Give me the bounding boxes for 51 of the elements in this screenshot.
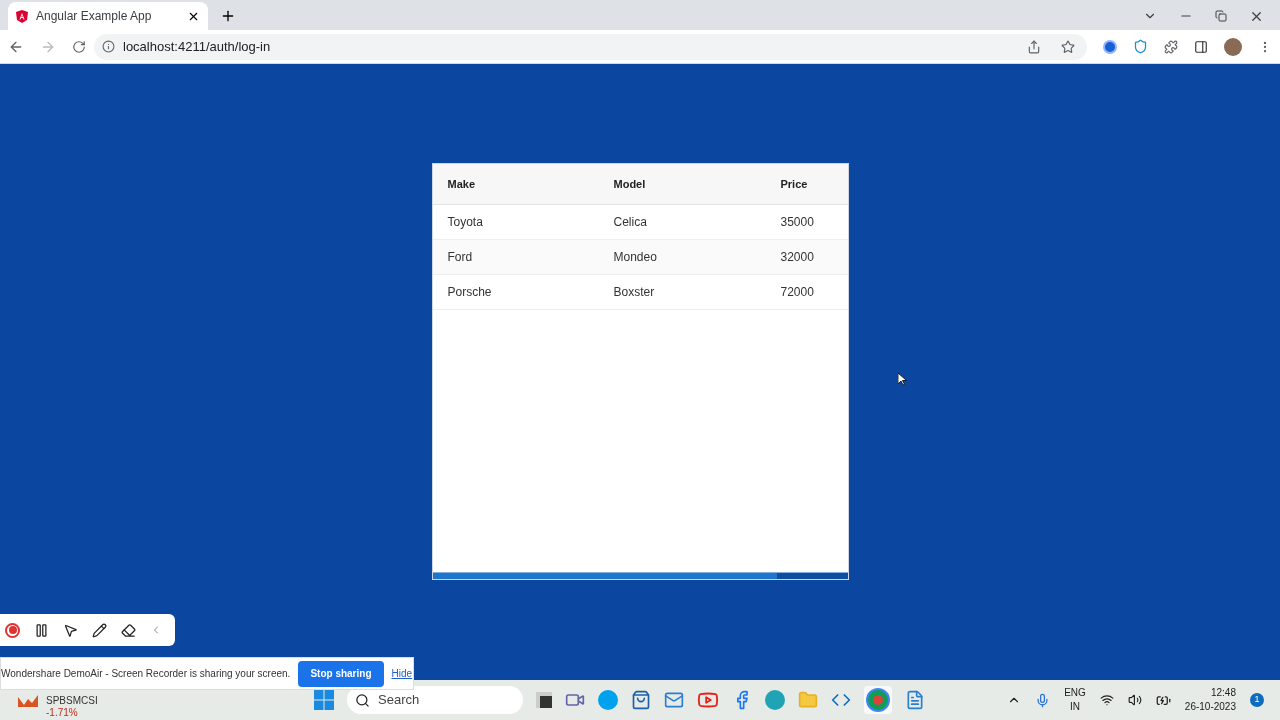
eraser-icon[interactable] bbox=[121, 622, 136, 638]
angular-logo-icon bbox=[16, 9, 28, 23]
notepad-icon[interactable] bbox=[905, 690, 925, 710]
puzzle-icon[interactable] bbox=[1164, 39, 1178, 54]
start-icon[interactable] bbox=[314, 690, 334, 710]
microphone-icon[interactable] bbox=[1035, 692, 1051, 708]
table-cell-text: Celica bbox=[613, 214, 648, 231]
table-cell-text: Porsche bbox=[447, 284, 493, 301]
pencil-icon[interactable] bbox=[92, 622, 107, 638]
restore-icon[interactable] bbox=[1215, 10, 1227, 22]
stop-sharing-button[interactable]: Stop sharing bbox=[298, 660, 384, 687]
wifi-icon[interactable] bbox=[1099, 693, 1114, 707]
extension-icon[interactable] bbox=[1103, 39, 1117, 54]
record-icon[interactable] bbox=[5, 622, 20, 638]
table-cell-text: Boxster bbox=[613, 284, 656, 301]
notification-badge[interactable]: 1 bbox=[1250, 693, 1264, 707]
stock-name: SPBSMCSI bbox=[46, 695, 98, 707]
column-header: Model bbox=[613, 176, 647, 192]
tab-title: Angular Example App bbox=[36, 8, 153, 25]
task-view-icon[interactable] bbox=[536, 692, 552, 708]
mouse-cursor-icon bbox=[898, 373, 907, 386]
clock-date: 26-10-2023 bbox=[1184, 700, 1236, 714]
table-cell-text: 72000 bbox=[780, 284, 815, 301]
browser-tab[interactable]: Angular Example App bbox=[8, 2, 208, 30]
volume-icon[interactable] bbox=[1127, 693, 1142, 707]
shield-icon[interactable] bbox=[1133, 39, 1148, 54]
side-panel-icon[interactable] bbox=[1194, 39, 1208, 54]
avatar-icon[interactable] bbox=[1224, 37, 1242, 56]
column-header: Make bbox=[447, 176, 477, 192]
mail-icon[interactable] bbox=[664, 690, 684, 710]
table-cell-text: 35000 bbox=[780, 214, 815, 231]
store-icon[interactable] bbox=[631, 690, 651, 710]
sharing-message: Wondershare DemoAir - Screen Recorder is sharing your screen. bbox=[1, 667, 291, 681]
language-label: ENG bbox=[1064, 686, 1086, 700]
address-bar[interactable]: localhost:4211/auth/log-in bbox=[94, 33, 1087, 60]
hide-link[interactable]: Hide bbox=[391, 666, 413, 681]
table-cell-text: Toyota bbox=[447, 214, 484, 231]
clock-time: 12:48 bbox=[1210, 686, 1236, 700]
new-tab-icon[interactable] bbox=[220, 8, 236, 24]
column-header: Price bbox=[780, 176, 809, 192]
table-cell-text: Mondeo bbox=[613, 249, 658, 266]
table-cell-text: 32000 bbox=[780, 249, 815, 266]
pause-icon[interactable] bbox=[34, 622, 49, 638]
search-icon bbox=[355, 692, 370, 708]
taskbar-search[interactable]: Search bbox=[347, 686, 523, 714]
stock-change: -1.71% bbox=[46, 707, 79, 719]
pointer-icon[interactable] bbox=[63, 622, 78, 638]
table-cell-text: Ford bbox=[447, 249, 474, 266]
region-label: IN bbox=[1070, 700, 1080, 714]
reload-icon[interactable] bbox=[72, 39, 86, 54]
stock-chart-icon bbox=[18, 693, 38, 707]
